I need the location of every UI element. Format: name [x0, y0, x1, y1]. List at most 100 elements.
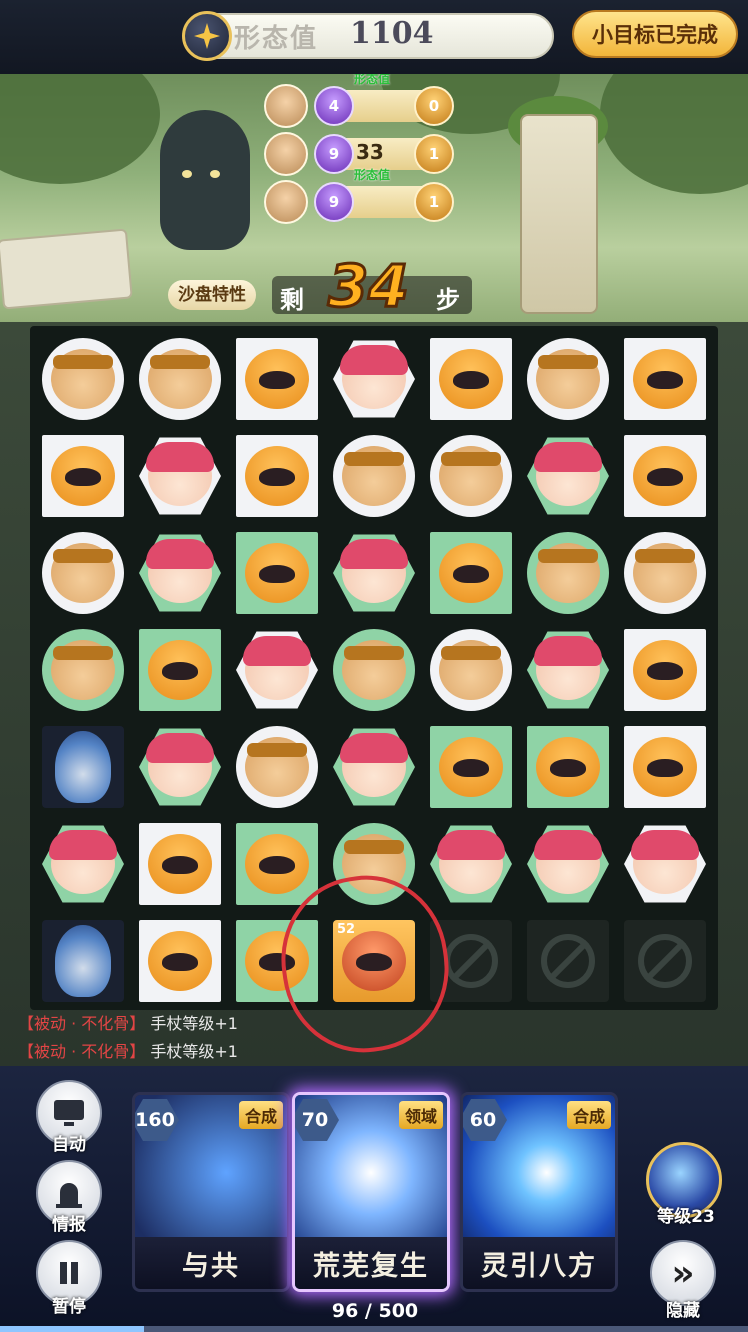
- board-cell[interactable]: [523, 528, 613, 618]
- level-label: 等级23: [657, 1207, 715, 1227]
- board-cell[interactable]: [232, 625, 322, 715]
- board-cell[interactable]: [329, 334, 419, 424]
- player-avatar: [264, 84, 308, 128]
- steps-suffix: 步: [436, 286, 460, 314]
- log-text: 手杖等级+1: [150, 1014, 238, 1033]
- board-cell[interactable]: [620, 528, 710, 618]
- girl-token-icon: [49, 830, 117, 894]
- board-cell[interactable]: [38, 431, 128, 521]
- card-type: 合成: [238, 1101, 283, 1129]
- board-cell[interactable]: [232, 528, 322, 618]
- board-cell[interactable]: [426, 722, 516, 812]
- ruin-stone: [0, 228, 133, 310]
- player-avatar: [264, 132, 308, 176]
- board-cell[interactable]: [232, 916, 322, 1006]
- board-cell[interactable]: [620, 625, 710, 715]
- vs-value: 33: [356, 140, 384, 164]
- board-cell[interactable]: [329, 625, 419, 715]
- board-cell[interactable]: [329, 722, 419, 812]
- board-cell[interactable]: [426, 528, 516, 618]
- board-cell[interactable]: [329, 528, 419, 618]
- goal-complete-button[interactable]: 小目标已完成: [572, 10, 738, 58]
- helm-token-icon: [536, 349, 600, 409]
- board-cell[interactable]: [38, 722, 128, 812]
- board-cell[interactable]: [135, 625, 225, 715]
- board-cell[interactable]: [329, 431, 419, 521]
- blocked-icon: [444, 934, 498, 988]
- board-cell[interactable]: [38, 625, 128, 715]
- progress-fill: [0, 1326, 144, 1332]
- score-label: 形态值: [234, 24, 319, 54]
- board-cell[interactable]: [620, 431, 710, 521]
- board-cell[interactable]: [426, 334, 516, 424]
- board-cell[interactable]: [232, 722, 322, 812]
- mask-token-icon: [439, 737, 503, 797]
- helm-token-icon: [51, 349, 115, 409]
- siren-icon: [56, 1183, 82, 1208]
- mask-token-icon: [245, 446, 309, 506]
- board-cell[interactable]: [135, 528, 225, 618]
- mask-token-icon: [633, 737, 697, 797]
- player-avatar: [264, 180, 308, 224]
- board-cell[interactable]: [232, 431, 322, 521]
- board-cell[interactable]: [329, 819, 419, 909]
- stone-totem: [520, 114, 598, 314]
- pause-icon: [60, 1262, 78, 1284]
- vs-row: 9 形态值 1: [264, 168, 458, 224]
- mask-token-icon: [245, 931, 309, 991]
- helm-token-icon: [342, 834, 406, 894]
- girl-token-icon: [534, 442, 602, 506]
- skill-card[interactable]: 160 合成 与共: [132, 1092, 290, 1292]
- shadow-creature: [160, 110, 250, 250]
- helm-token-icon: [148, 349, 212, 409]
- board-cell[interactable]: [620, 819, 710, 909]
- mask-token-icon: [51, 446, 115, 506]
- girl-token-icon: [340, 539, 408, 603]
- board-cell[interactable]: [523, 334, 613, 424]
- board-cell[interactable]: [38, 528, 128, 618]
- helm-token-icon: [536, 543, 600, 603]
- helm-token-icon: [342, 446, 406, 506]
- card-type: 领域: [398, 1101, 443, 1129]
- board-cell[interactable]: [620, 334, 710, 424]
- skill-card[interactable]: 70 领域 荒芜复生: [292, 1092, 450, 1292]
- board-cell[interactable]: [426, 625, 516, 715]
- helm-token-icon: [51, 640, 115, 700]
- board-cell[interactable]: [135, 819, 225, 909]
- board-cell[interactable]: [426, 431, 516, 521]
- helm-token-icon: [439, 446, 503, 506]
- log-tag: 【被动 · 不化骨】: [18, 1014, 146, 1033]
- board-cell[interactable]: [135, 916, 225, 1006]
- helm-token-icon: [633, 543, 697, 603]
- board-cell[interactable]: [232, 819, 322, 909]
- board-cell[interactable]: [38, 916, 128, 1006]
- vs-tag: 形态值: [354, 168, 391, 182]
- purple-mask-badge: 9: [314, 182, 354, 222]
- mask-token-icon: [148, 834, 212, 894]
- foliage: [0, 74, 160, 184]
- girl-token-icon: [534, 636, 602, 700]
- vs-tag: 形态值: [354, 74, 391, 86]
- board-cell[interactable]: [38, 819, 128, 909]
- sandbox-trait-button[interactable]: 沙盘特性: [168, 280, 256, 310]
- board-cell[interactable]: [135, 722, 225, 812]
- girl-token-icon: [631, 830, 699, 894]
- board-cell[interactable]: [38, 334, 128, 424]
- board-cell[interactable]: [135, 334, 225, 424]
- board-cell: [620, 916, 710, 1006]
- board-cell[interactable]: [523, 431, 613, 521]
- board-cell[interactable]: [523, 625, 613, 715]
- battle-scene: 4 形态值 0 9 33 1 9 形态值 1 沙盘特性 剩 34 步: [0, 74, 748, 322]
- board-cell[interactable]: [620, 722, 710, 812]
- card-type: 合成: [566, 1101, 611, 1129]
- board-cell[interactable]: [523, 722, 613, 812]
- skill-card[interactable]: 60 合成 灵引八方: [460, 1092, 618, 1292]
- mask-token-icon: [633, 640, 697, 700]
- board-cell[interactable]: [135, 431, 225, 521]
- eye: [210, 170, 220, 178]
- board-cell[interactable]: [232, 334, 322, 424]
- board-cell[interactable]: [523, 819, 613, 909]
- mask-token-icon: [536, 737, 600, 797]
- board-cell[interactable]: 52: [329, 916, 419, 1006]
- board-cell[interactable]: [426, 819, 516, 909]
